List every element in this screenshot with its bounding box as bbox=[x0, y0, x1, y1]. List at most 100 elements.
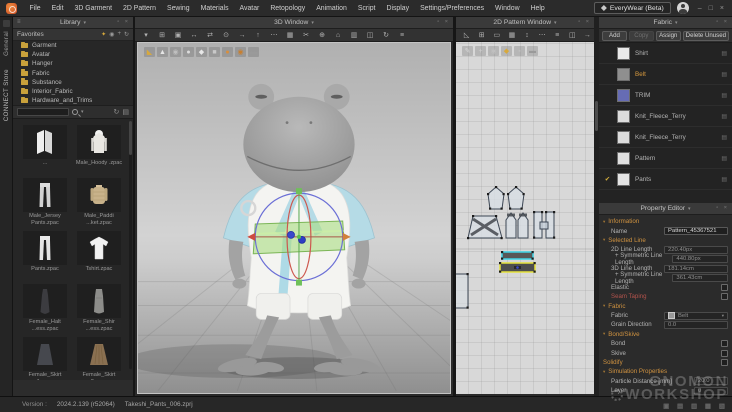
2d-viewport[interactable]: ✎ + ◉ ◆ ▪ ▬ bbox=[456, 42, 594, 394]
3d-line-length-field[interactable]: 181.14cm bbox=[664, 264, 728, 273]
2d-line-length-field[interactable]: 220.40px bbox=[664, 245, 728, 254]
show-floor-icon[interactable]: ▬ bbox=[248, 47, 259, 57]
menu-2d-pattern[interactable]: 2D Pattern bbox=[118, 5, 162, 12]
menu-help[interactable]: Help bbox=[525, 5, 550, 12]
folder-substance[interactable]: Substance bbox=[13, 78, 133, 87]
section-simulation-properties[interactable]: ▾ Simulation Properties bbox=[599, 367, 732, 376]
symmetric-3d-field[interactable]: 361.43cm bbox=[672, 274, 728, 282]
particle-distance-field[interactable]: 20.0 bbox=[694, 377, 728, 386]
pattern-piece[interactable] bbox=[517, 212, 529, 239]
library-item-folder[interactable]: ... bbox=[19, 125, 71, 177]
folder-hanger[interactable]: Hanger bbox=[13, 59, 133, 68]
menu-avatar[interactable]: Avatar bbox=[234, 5, 265, 12]
strip-collapse-icon[interactable] bbox=[3, 20, 10, 27]
add-pattern-tool-icon[interactable]: ⊞ bbox=[475, 30, 488, 41]
home-view-icon[interactable]: ⌂ bbox=[331, 30, 345, 41]
library-tabbar[interactable]: ≡ Library ▾ ▫ × bbox=[13, 17, 133, 29]
belt-pattern-mirror[interactable] bbox=[501, 251, 534, 260]
library-item-pants[interactable]: Pants.zpac bbox=[19, 231, 71, 283]
fabric-toggle-icon[interactable]: ◆ bbox=[501, 46, 512, 56]
pe-caret-icon[interactable]: ▾ bbox=[688, 206, 691, 212]
show-avatar-icon[interactable]: ● bbox=[183, 47, 194, 57]
fabric-item-pants[interactable]: ✔ Pants ▤ bbox=[599, 169, 732, 190]
library-menu-icon[interactable]: ≡ bbox=[17, 19, 21, 25]
transform-tool-icon[interactable]: ↔ bbox=[187, 30, 201, 41]
pattern-piece[interactable] bbox=[505, 212, 517, 239]
mark-toggle-icon[interactable]: ▪ bbox=[514, 46, 525, 56]
folder-garment[interactable]: Garment bbox=[13, 41, 133, 50]
box-select-tool-icon[interactable]: ▣ bbox=[171, 30, 185, 41]
assign-button[interactable]: Assign bbox=[655, 30, 681, 41]
favorites-sync-icon[interactable]: ↻ bbox=[124, 31, 129, 38]
show-skin-icon[interactable]: ● bbox=[222, 47, 233, 57]
fabric-item-belt[interactable]: Belt ▤ bbox=[599, 64, 732, 85]
menu-edit[interactable]: Edit bbox=[46, 5, 69, 12]
skive-checkbox[interactable] bbox=[721, 349, 728, 357]
library-item-shirt-dress[interactable]: Female_Shir ...ess.zpac bbox=[73, 284, 125, 336]
bond-checkbox[interactable] bbox=[721, 340, 728, 348]
menu-window[interactable]: Window bbox=[490, 5, 526, 12]
show-pattern-icon[interactable]: ▲ bbox=[157, 47, 168, 57]
fabric-caret-icon[interactable]: ▾ bbox=[675, 20, 678, 26]
library-item-skirt-2[interactable]: Female_Skirt 2.zpac bbox=[73, 337, 125, 380]
minimize-icon[interactable]: – bbox=[695, 5, 705, 12]
tab-general[interactable]: General bbox=[3, 31, 10, 56]
list-tool-icon[interactable]: ≡ bbox=[395, 30, 409, 41]
sewing-tool-icon[interactable]: ≡ bbox=[551, 30, 564, 41]
pattern-piece[interactable] bbox=[456, 273, 469, 309]
section-bond-skive[interactable]: ▾ Bond/Skive bbox=[599, 330, 732, 339]
reset-tool-icon[interactable]: ↻ bbox=[379, 30, 393, 41]
property-editor-tabbar[interactable]: Property Editor ▾ ▫ × bbox=[599, 203, 732, 215]
show-seams-icon[interactable]: ◉ bbox=[170, 47, 181, 57]
pe-corner-icons[interactable]: ▫ × bbox=[716, 205, 729, 211]
favorites-add-icon[interactable]: + bbox=[117, 31, 121, 38]
more-tools-icon[interactable]: ⋯ bbox=[536, 30, 549, 41]
name-input[interactable]: Pattern_45367521 bbox=[664, 227, 728, 235]
menu-script[interactable]: Script bbox=[352, 5, 381, 12]
folder-interior-fabric[interactable]: Interior_Fabric bbox=[13, 87, 133, 96]
3d-viewport[interactable]: ◣ ▲ ◉ ● ◆ ■ ● ◉ ▬ bbox=[137, 42, 451, 394]
move-tool-icon[interactable]: ⊞ bbox=[155, 30, 169, 41]
delete-unused-button[interactable]: Delete Unused bbox=[682, 30, 729, 41]
copy-button[interactable]: Copy bbox=[628, 30, 654, 41]
menu-3d-garment[interactable]: 3D Garment bbox=[69, 5, 118, 12]
pattern-piece[interactable] bbox=[507, 186, 525, 210]
point-toggle-icon[interactable]: ◉ bbox=[488, 46, 499, 56]
show-cloth-icon[interactable]: ◆ bbox=[196, 47, 207, 57]
fabric-item-shirt[interactable]: Shirt ▤ bbox=[599, 43, 732, 64]
library-item-hoody[interactable]: Male_Hoody .zpac bbox=[73, 125, 125, 177]
search-input[interactable] bbox=[17, 108, 69, 117]
library-item-tshirt[interactable]: Tshirt.zpac bbox=[73, 231, 125, 283]
fabric-corner-icons[interactable]: ▫ × bbox=[716, 19, 729, 25]
3d-tab-caret-icon[interactable]: ▾ bbox=[311, 20, 314, 26]
maximize-icon[interactable]: □ bbox=[706, 5, 716, 12]
3d-corner-icons[interactable]: ▫ × bbox=[437, 19, 450, 25]
pen-toggle-icon[interactable]: ✎ bbox=[462, 46, 473, 56]
arrow-tool-icon[interactable]: → bbox=[235, 30, 249, 41]
2d-pattern-tabbar[interactable]: 2D Pattern Window ▾ ▫ × bbox=[456, 17, 594, 29]
mirror-tool-icon[interactable]: ◫ bbox=[566, 30, 579, 41]
user-avatar[interactable] bbox=[676, 2, 689, 14]
menu-display[interactable]: Display bbox=[381, 5, 415, 12]
show-mesh-icon[interactable]: ■ bbox=[209, 47, 220, 57]
2d-corner-icons[interactable]: ▫ × bbox=[578, 19, 591, 25]
pattern-piece[interactable] bbox=[487, 186, 505, 210]
2d-tab-caret-icon[interactable]: ▾ bbox=[554, 20, 557, 26]
swap-tool-icon[interactable]: ⇄ bbox=[203, 30, 217, 41]
menu-retopology[interactable]: Retopology bbox=[265, 5, 311, 12]
fabric-tabbar[interactable]: Fabric ▾ ▫ × bbox=[599, 17, 732, 29]
more-tools-icon[interactable]: ⋯ bbox=[267, 30, 281, 41]
menu-materials[interactable]: Materials bbox=[195, 5, 234, 12]
add-toggle-icon[interactable]: + bbox=[475, 46, 486, 56]
folder-avatar[interactable]: Avatar bbox=[13, 50, 133, 59]
view-mode-icon[interactable]: ▤ bbox=[122, 108, 129, 116]
add-button[interactable]: Add bbox=[602, 30, 627, 41]
section-selected-line[interactable]: ▾ Selected Line bbox=[599, 236, 732, 245]
library-item-skirt-1[interactable]: Female_Skirt 1.zpac bbox=[19, 337, 71, 380]
search-caret-icon[interactable]: ▾ bbox=[81, 109, 84, 115]
lift-tool-icon[interactable]: ↑ bbox=[251, 30, 265, 41]
fabric-item-knit-fleece-terry-2[interactable]: Knit_Fleece_Terry ▤ bbox=[599, 127, 732, 148]
fabric-dropdown[interactable]: Belt ▾ bbox=[664, 311, 728, 320]
show-material-icon[interactable]: ◉ bbox=[235, 47, 246, 57]
symmetric-2d-field[interactable]: 440.80px bbox=[672, 255, 728, 264]
